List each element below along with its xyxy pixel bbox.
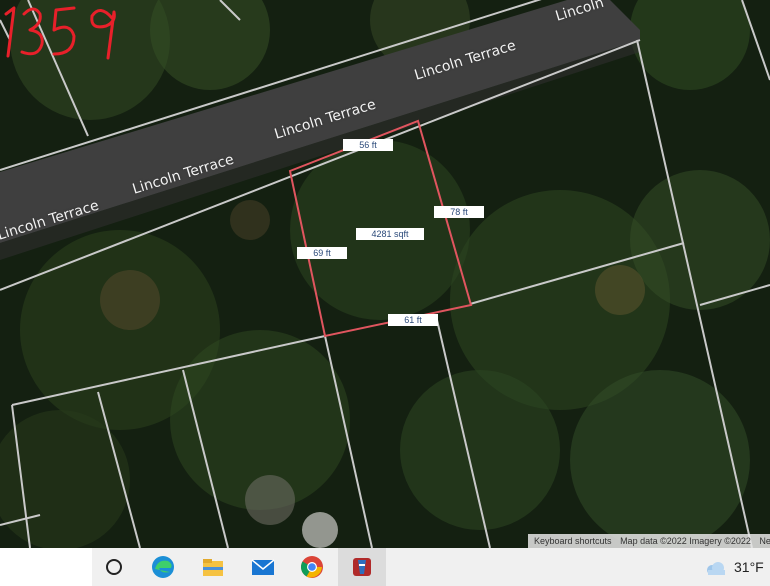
map-data-credit: Map data ©2022 Imagery ©2022 [620,536,751,546]
edge-icon[interactable] [150,554,176,580]
weather-temperature: 31°F [734,559,764,575]
taskbar-search-area[interactable] [0,548,92,586]
cortana-circle-icon[interactable] [101,554,127,580]
parcel-area-label: 4281 sqft [356,228,424,240]
parcel-top-dimension: 56 ft [343,139,393,151]
keyboard-shortcuts-link[interactable]: Keyboard shortcuts [534,536,612,546]
chrome-icon[interactable] [299,554,325,580]
handwritten-lot-number [4,6,116,60]
map-attribution: Keyboard shortcuts Map data ©2022 Imager… [528,534,770,548]
satellite-map[interactable]: Lincoln Terrace Lincoln Terrace Lincoln … [0,0,770,548]
mail-icon[interactable] [250,554,276,580]
map-imagery [0,0,770,548]
partly-cloudy-icon [707,562,725,576]
parcel-left-dimension: 69 ft [297,247,347,259]
parcel-bottom-dimension: 61 ft [388,314,438,326]
map-terms-cut[interactable]: Ne [759,536,770,546]
windows-taskbar: 31°F [0,548,770,586]
weather-widget[interactable]: 31°F [704,559,764,576]
file-explorer-icon[interactable] [200,554,226,580]
parcel-right-dimension: 78 ft [434,206,484,218]
app-icon[interactable] [349,554,375,580]
